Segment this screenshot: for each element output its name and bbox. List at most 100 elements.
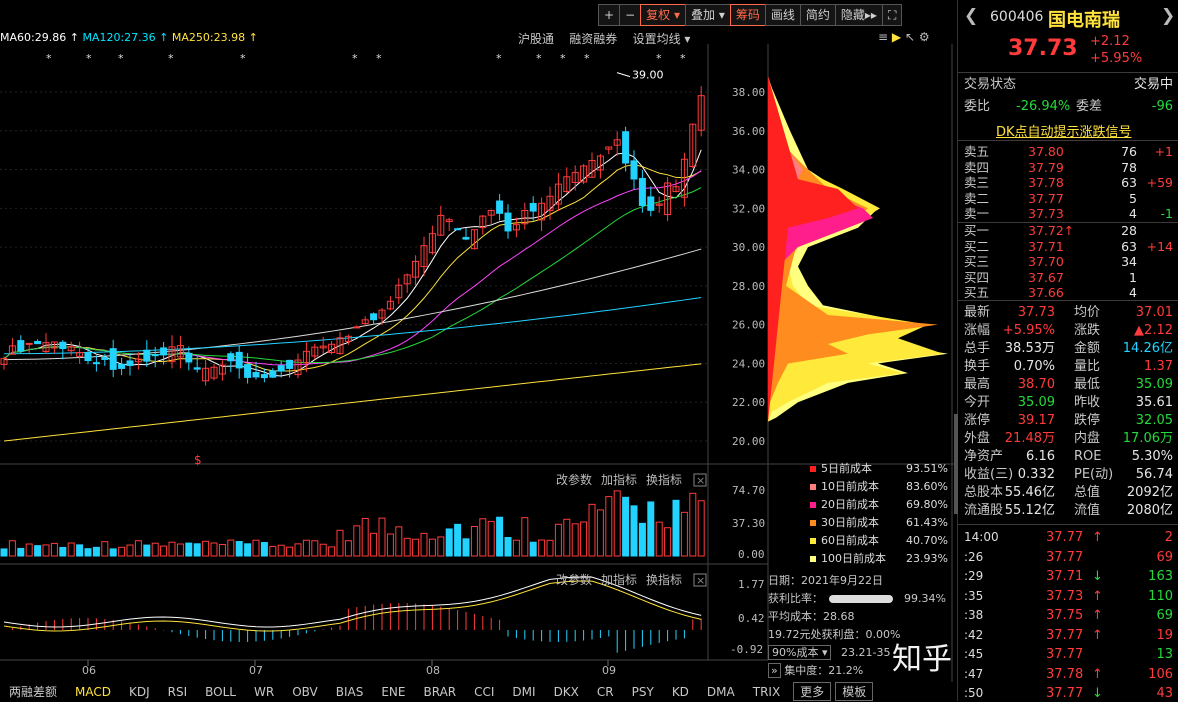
- candle-body: [638, 177, 646, 206]
- volume-bar: [655, 521, 663, 557]
- fuquan-dropdown[interactable]: 复权 ▾: [640, 4, 686, 26]
- simple-mode-button[interactable]: 简约: [799, 4, 836, 26]
- ask-volume: 76: [1121, 144, 1137, 159]
- indicator-tab[interactable]: BOLL: [196, 685, 245, 699]
- highlight-icon[interactable]: ▶: [892, 30, 901, 44]
- weicha-label: 委差: [1076, 99, 1103, 114]
- sub-panel-link: 加指标: [601, 572, 637, 587]
- stat-label: 涨幅: [964, 323, 991, 338]
- indicator-tab[interactable]: OBV: [283, 685, 327, 699]
- candle-body: [151, 354, 159, 357]
- prev-stock-icon[interactable]: ❮: [964, 6, 978, 26]
- ask-label: 卖三: [964, 175, 990, 190]
- weibi-label: 委比: [964, 99, 991, 114]
- macd-tick-label: 1.77: [738, 578, 765, 591]
- indicator-tab[interactable]: KDJ: [120, 685, 159, 699]
- dk-signal-link[interactable]: DK点自动提示涨跌信号: [996, 121, 1132, 140]
- panel-scrollbar[interactable]: [954, 414, 958, 514]
- cost-range-select[interactable]: 90%成本 ▾: [768, 645, 832, 660]
- indicator-tab[interactable]: 更多: [793, 682, 832, 701]
- indicator-tab[interactable]: 两融差额: [0, 683, 66, 700]
- next-stock-icon[interactable]: ❯: [1161, 6, 1175, 26]
- up-arrow-icon: ↑: [1092, 530, 1103, 545]
- volume-bar: [596, 509, 604, 557]
- draw-line-button[interactable]: 画线: [764, 4, 801, 26]
- candle-body: [370, 313, 378, 321]
- cursor-icon[interactable]: ↖: [905, 30, 915, 44]
- settings-list-icon[interactable]: ≡: [878, 30, 888, 44]
- volume-bar: [8, 540, 16, 557]
- stat-value: 56.74: [1135, 467, 1173, 482]
- indicator-tab[interactable]: CCI: [465, 685, 503, 699]
- chart-tool-icons: ≡ ▶ ↖ ⚙: [878, 30, 930, 44]
- volume-bar: [50, 542, 58, 557]
- indicator-tab[interactable]: WR: [245, 685, 283, 699]
- ask-label: 卖五: [964, 144, 990, 159]
- weicha-value: -96: [1151, 99, 1173, 114]
- fullscreen-icon[interactable]: ⛶: [881, 4, 903, 26]
- candle-body: [101, 357, 109, 360]
- legend-swatch: [810, 538, 816, 544]
- indicator-tab[interactable]: ENE: [372, 685, 414, 699]
- candle-body: [244, 364, 252, 378]
- ask-row: 卖二 37.77 5: [964, 191, 1173, 206]
- legend-swatch: [810, 556, 816, 562]
- signal-star: *: [584, 52, 590, 65]
- stat-label: 最新: [964, 305, 991, 320]
- volume-bar: [554, 523, 562, 557]
- price-tick-label: 34.00: [732, 164, 765, 177]
- price-tick-label: 36.00: [732, 125, 765, 138]
- overlay-dropdown[interactable]: 叠加 ▾: [684, 4, 731, 26]
- expand-icon[interactable]: »: [768, 663, 781, 678]
- stock-name: 国电南瑞: [1048, 10, 1120, 31]
- ma250-label: MA250:23.98: [171, 31, 246, 44]
- volume-tick-label: 37.30: [732, 517, 765, 530]
- indicator-tab[interactable]: CR: [588, 685, 623, 699]
- price-tick-label: 22.00: [732, 396, 765, 409]
- bid-volume: 1: [1129, 269, 1137, 285]
- tick-volume: 2: [1164, 530, 1173, 545]
- volume-bar: [445, 528, 453, 557]
- indicator-tab[interactable]: BIAS: [327, 685, 373, 699]
- indicator-tab[interactable]: BRAR: [414, 685, 465, 699]
- indicator-tab[interactable]: DMI: [503, 685, 544, 699]
- hide-button[interactable]: 隐藏▸▸: [834, 4, 883, 26]
- legend-value: 93.51%: [906, 462, 948, 475]
- stat-row: 最新 37.73 均价 37.01: [964, 304, 1173, 321]
- indicator-tab[interactable]: KD: [663, 685, 698, 699]
- indicator-tab[interactable]: MACD: [66, 685, 120, 699]
- legend-label: 5日前成本: [821, 462, 872, 475]
- bid-label: 买三: [964, 254, 990, 269]
- chip-button[interactable]: 筹码: [729, 4, 766, 26]
- stat-row: 最高 38.70 最低 35.09: [964, 376, 1173, 393]
- zoom-out-button[interactable]: −: [619, 4, 642, 26]
- close-icon: ×: [696, 574, 705, 587]
- month-label: 08: [426, 664, 440, 677]
- up-arrow-icon: ↑: [155, 31, 172, 44]
- stat-row: 流通股 55.12亿 流值 2080亿: [964, 502, 1173, 519]
- volume-bar: [546, 539, 554, 557]
- indicator-tab[interactable]: DMA: [698, 685, 744, 699]
- volume-bar: [269, 545, 277, 557]
- zoom-in-button[interactable]: +: [598, 4, 621, 26]
- stat-label: 内盘: [1074, 431, 1101, 446]
- indicator-tab[interactable]: RSI: [159, 685, 197, 699]
- stat-value: 37.73: [1017, 305, 1055, 320]
- indicator-tab[interactable]: 模板: [835, 682, 874, 701]
- gear-icon[interactable]: ⚙: [919, 30, 930, 44]
- indicator-tab[interactable]: PSY: [623, 685, 663, 699]
- ask-row: 卖四 37.79 78: [964, 160, 1173, 175]
- ask-volume: 78: [1121, 159, 1137, 175]
- stat-label: 均价: [1074, 305, 1101, 320]
- stat-value: ▲2.12: [1134, 323, 1173, 338]
- quote-panel: ❮ 600406 国电南瑞 ❯ 37.73 +2.12 +5.95% 交易状态 …: [954, 0, 1178, 701]
- stat-label: 换手: [964, 359, 991, 374]
- indicator-tab[interactable]: TRIX: [744, 685, 789, 699]
- volume-bar: [605, 496, 613, 557]
- indicator-tab[interactable]: DKX: [545, 685, 588, 699]
- stat-row: 总手 38.53万 金额 14.26亿: [964, 340, 1173, 357]
- stat-value: 38.70: [1017, 377, 1055, 392]
- stat-row: 今开 35.09 昨收 35.61: [964, 394, 1173, 411]
- current-price: 37.73: [1008, 36, 1078, 61]
- volume-bar: [521, 517, 529, 557]
